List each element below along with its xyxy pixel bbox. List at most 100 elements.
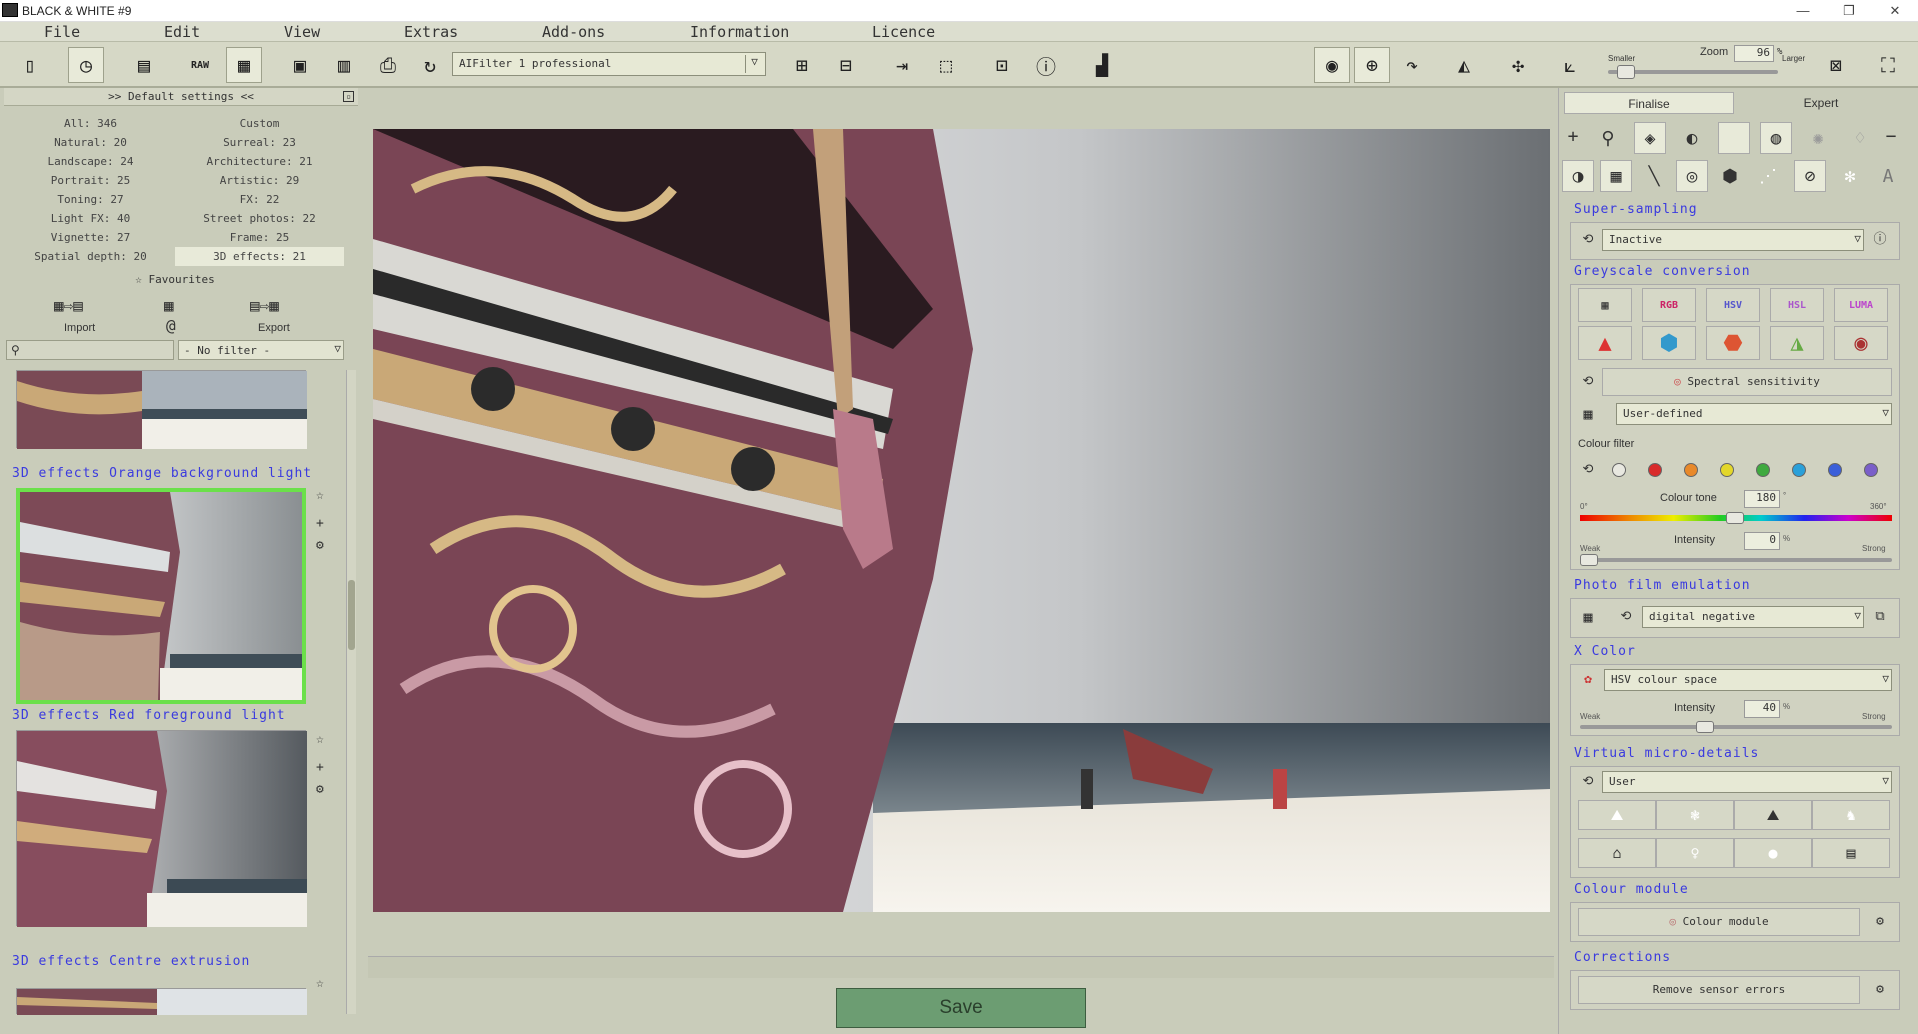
filter-intensity-slider[interactable]: [1580, 558, 1892, 562]
category-item[interactable]: Artistic: 29: [175, 171, 344, 190]
category-item[interactable]: Surreal: 23: [175, 133, 344, 152]
cube-icon[interactable]: ⬢: [1714, 160, 1746, 192]
save-as-icon[interactable]: ▥: [326, 47, 362, 83]
menu-information[interactable]: Information: [690, 23, 789, 41]
export-icon[interactable]: ⇥: [884, 47, 920, 83]
reset-icon[interactable]: ⟲: [1578, 772, 1598, 792]
category-item[interactable]: Street photos: 22: [175, 209, 344, 228]
category-item[interactable]: Portrait: 25: [6, 171, 175, 190]
add-icon[interactable]: +: [1562, 120, 1584, 152]
preview-eye-icon[interactable]: ◉: [1314, 47, 1350, 83]
info-icon[interactable]: ⓘ: [1870, 230, 1890, 250]
contrast-icon[interactable]: ◐: [1676, 122, 1708, 154]
favourites-row[interactable]: ☆ Favourites: [6, 272, 344, 288]
fit-icon[interactable]: ⬚: [928, 47, 964, 83]
save-icon[interactable]: ▣: [282, 47, 318, 83]
colour-module-button[interactable]: ◎ Colour module: [1578, 908, 1860, 936]
preset-search-input[interactable]: ⚲: [6, 340, 174, 360]
close-button[interactable]: ✕: [1872, 0, 1918, 22]
maximize-button[interactable]: ❐: [1826, 0, 1872, 22]
film-select[interactable]: digital negative ▽: [1642, 606, 1864, 628]
favourite-star-icon[interactable]: ☆: [316, 732, 324, 747]
colour-swatch[interactable]: [1756, 463, 1770, 477]
tab-finalise[interactable]: Finalise: [1564, 92, 1734, 114]
favourite-star-icon[interactable]: ☆: [316, 976, 324, 991]
preset-thumbnail[interactable]: [16, 370, 307, 449]
triangle-mode-icon[interactable]: ▲: [1578, 326, 1632, 360]
document-icon[interactable]: ▤: [126, 47, 162, 83]
menu-file[interactable]: File: [44, 23, 80, 41]
settings-icon[interactable]: ⚙: [1870, 912, 1890, 932]
preset-thumbnail[interactable]: [16, 730, 307, 927]
minimize-button[interactable]: —: [1780, 0, 1826, 22]
menu-licence[interactable]: Licence: [872, 23, 935, 41]
globe-icon[interactable]: ⊕: [1354, 47, 1390, 83]
photo-canvas[interactable]: [373, 129, 1550, 912]
category-item[interactable]: FX: 22: [175, 190, 344, 209]
settings-icon[interactable]: ⚙: [1870, 980, 1890, 1000]
category-item[interactable]: Frame: 25: [175, 228, 344, 247]
email-icon[interactable]: @: [166, 316, 176, 335]
colour-swatch[interactable]: [1648, 463, 1662, 477]
mirror-icon[interactable]: ◭: [1446, 47, 1482, 83]
category-item[interactable]: Natural: 20: [6, 133, 175, 152]
rotate-icon[interactable]: ↷: [1394, 47, 1430, 83]
settings-icon[interactable]: ⚙: [316, 538, 324, 553]
grain-icon[interactable]: ▦: [1600, 160, 1632, 192]
history-icon[interactable]: ◷: [68, 47, 104, 83]
category-item[interactable]: Landscape: 24: [6, 152, 175, 171]
category-item[interactable]: Architecture: 21: [175, 152, 344, 171]
layers-icon[interactable]: ◈: [1634, 122, 1666, 154]
brush-icon[interactable]: ╲: [1638, 160, 1670, 192]
share-icon[interactable]: ↻: [412, 47, 448, 83]
preset-thumbnail-selected[interactable]: [16, 488, 306, 704]
zoom-value[interactable]: 96: [1734, 45, 1774, 62]
reset-icon[interactable]: ⟲: [1578, 230, 1598, 250]
grid-mode-icon[interactable]: ▦: [1578, 607, 1598, 627]
vmd-select[interactable]: User ▽: [1602, 771, 1892, 793]
x-color-select[interactable]: HSV colour space ▽: [1604, 669, 1892, 691]
zoom-slider-thumb[interactable]: [1617, 65, 1636, 79]
grid-mode-icon[interactable]: ▦: [1578, 288, 1632, 322]
animal-icon[interactable]: ♞: [1812, 800, 1890, 830]
blank-icon[interactable]: [1718, 122, 1750, 154]
colour-swatch[interactable]: [1720, 463, 1734, 477]
colour-swatch[interactable]: [1612, 463, 1626, 477]
colour-tone-thumb[interactable]: [1726, 512, 1744, 524]
colour-swatch[interactable]: [1828, 463, 1842, 477]
compare-icon[interactable]: ⊞: [784, 47, 820, 83]
x-color-intensity-thumb[interactable]: [1696, 721, 1714, 733]
reset-icon[interactable]: ⟲: [1578, 460, 1598, 480]
export-preset-icon[interactable]: ▤⇨▦: [250, 296, 279, 315]
colour-swatch[interactable]: [1684, 463, 1698, 477]
macro-icon[interactable]: ❃: [1656, 800, 1734, 830]
menu-extras[interactable]: Extras: [404, 23, 458, 41]
favourite-star-icon[interactable]: ☆: [316, 488, 324, 503]
tab-expert[interactable]: Expert: [1736, 92, 1906, 114]
import-icon[interactable]: ▦⇨▤: [54, 296, 83, 315]
fit-window-icon[interactable]: ⊠: [1818, 47, 1854, 83]
import-label[interactable]: Import: [64, 322, 95, 334]
greyscale-mode-select[interactable]: User-defined ▽: [1616, 403, 1892, 425]
category-item[interactable]: Vignette: 27: [6, 228, 175, 247]
detach-icon[interactable]: ▫: [343, 91, 354, 102]
reset-icon[interactable]: ⟲: [1616, 607, 1636, 627]
spectrum-icon[interactable]: ◎: [1676, 160, 1708, 192]
preset-thumbnail[interactable]: [16, 988, 307, 1015]
colour-hex-mode-icon[interactable]: ⬣: [1706, 326, 1760, 360]
share-preset-icon[interactable]: ▦: [164, 296, 174, 315]
category-item[interactable]: Spatial depth: 20: [6, 247, 175, 266]
batch-icon[interactable]: ▦: [226, 47, 262, 83]
scrollbar-thumb[interactable]: [348, 580, 355, 650]
print-icon[interactable]: ⎙: [370, 47, 406, 83]
drop-icon[interactable]: ♢: [1844, 122, 1876, 154]
category-item[interactable]: Custom: [175, 114, 344, 133]
category-item[interactable]: Light FX: 40: [6, 209, 175, 228]
colour-swatch[interactable]: [1792, 463, 1806, 477]
hexagon-mode-icon[interactable]: ⬢: [1642, 326, 1696, 360]
colour-wheel-icon[interactable]: ◍: [1760, 122, 1792, 154]
text-icon[interactable]: A: [1872, 160, 1904, 192]
colour-tone-value[interactable]: 180: [1744, 490, 1780, 508]
colour-swatch[interactable]: [1864, 463, 1878, 477]
ai-filter-select[interactable]: AIFilter 1 professional ▽: [452, 52, 766, 76]
